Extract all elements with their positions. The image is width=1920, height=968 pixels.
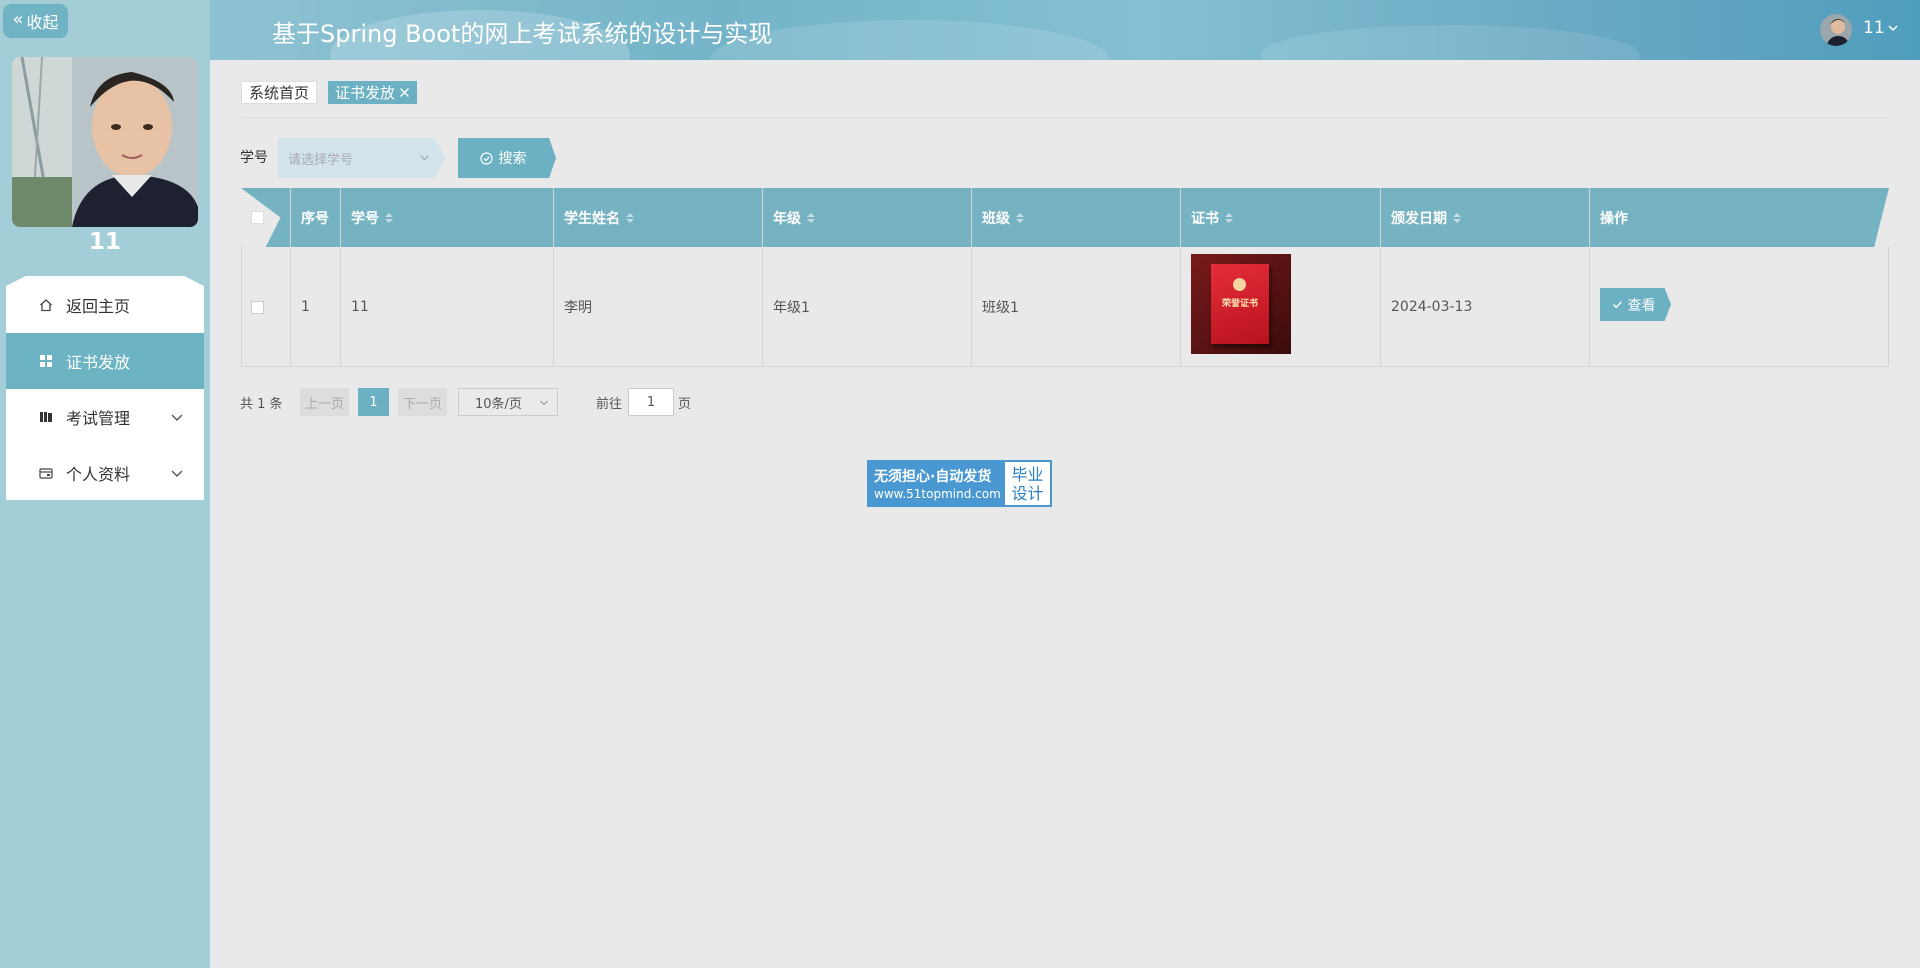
badge-right: 毕业 设计	[1005, 462, 1050, 505]
top-header: 基于Spring Boot的网上考试系统的设计与实现 11	[210, 0, 1920, 60]
sort-icon[interactable]	[626, 212, 634, 223]
sort-icon[interactable]	[807, 212, 815, 223]
app-title: 基于Spring Boot的网上考试系统的设计与实现	[272, 20, 773, 48]
sort-icon[interactable]	[1225, 212, 1233, 223]
column-divider	[1589, 188, 1590, 367]
divider	[241, 117, 1889, 118]
cell-student-id: 11	[351, 299, 369, 315]
header-avatar[interactable]	[1820, 14, 1852, 46]
collapse-label: 收起	[26, 13, 59, 32]
column-header-grade[interactable]: 年级	[763, 188, 815, 247]
column-header-label: 序号	[301, 210, 329, 227]
sidebar-item-home[interactable]: 返回主页	[6, 277, 204, 333]
check-icon	[1612, 301, 1622, 309]
goto-suffix: 页	[678, 396, 692, 412]
view-button[interactable]: 查看	[1600, 288, 1671, 321]
pagination-total: 共 1 条	[240, 396, 283, 412]
sort-icon[interactable]	[1453, 212, 1461, 223]
certificate-thumbnail[interactable]: 荣誉证书	[1191, 254, 1291, 354]
certificate-book-image: 荣誉证书	[1211, 264, 1269, 344]
column-header-student-id[interactable]: 学号	[341, 188, 393, 247]
cell-grade: 年级1	[773, 300, 810, 316]
sidebar-item-label: 考试管理	[66, 409, 131, 428]
header-username[interactable]: 11	[1863, 18, 1885, 38]
next-page-button[interactable]: 下一页	[398, 388, 448, 416]
column-header-label: 学号	[351, 210, 379, 227]
sort-icon[interactable]	[1016, 212, 1024, 223]
certificate-title: 荣誉证书	[1221, 299, 1258, 309]
column-header-student-name[interactable]: 学生姓名	[554, 188, 634, 247]
home-icon	[38, 297, 54, 313]
sidebar-username: 11	[88, 229, 121, 255]
column-header-label: 班级	[982, 210, 1010, 227]
promo-badge[interactable]: 无须担心·自动发货 www.51topmind.com 毕业 设计	[867, 460, 1052, 507]
table-header	[241, 188, 1889, 247]
chevron-down-icon	[420, 155, 429, 161]
sidebar-item-certificate[interactable]: 证书发放	[6, 333, 204, 389]
column-header-label: 颁发日期	[1391, 210, 1447, 227]
chevron-down-icon	[171, 414, 183, 421]
column-header-certificate[interactable]: 证书	[1181, 188, 1233, 247]
column-header-label: 操作	[1600, 210, 1628, 227]
column-header-actions: 操作	[1590, 188, 1628, 247]
tab-home[interactable]: 系统首页	[241, 81, 318, 104]
badge-line-1: 无须担心·自动发货	[874, 469, 992, 485]
avatar	[12, 57, 198, 227]
row-checkbox[interactable]	[251, 301, 264, 314]
header-cloud-decoration	[1260, 25, 1640, 60]
badge-right-line-2: 设计	[1011, 483, 1044, 503]
badge-right-line-1: 毕业	[1011, 464, 1044, 484]
page-number-button[interactable]: 1	[358, 388, 389, 416]
cell-issue-date: 2024-03-13	[1391, 299, 1473, 315]
column-header-issue-date[interactable]: 颁发日期	[1381, 188, 1461, 247]
chevron-down-icon[interactable]	[1887, 22, 1899, 34]
sidebar-item-label: 个人资料	[66, 465, 131, 484]
tab-label: 系统首页	[249, 84, 310, 102]
column-divider	[1180, 188, 1181, 367]
prev-page-button[interactable]: 上一页	[300, 388, 350, 416]
sidebar-item-label: 返回主页	[66, 297, 131, 316]
sort-icon[interactable]	[385, 212, 393, 223]
search-label: 学号	[240, 150, 268, 166]
collapse-button[interactable]: « 收起	[3, 4, 68, 38]
search-button-label: 搜索	[498, 151, 527, 167]
goto-page-input[interactable]: 1	[628, 388, 674, 416]
cell-student-name: 李明	[564, 300, 592, 316]
select-all-checkbox[interactable]	[251, 211, 264, 224]
column-header-label: 学生姓名	[564, 210, 620, 227]
check-circle-icon	[479, 151, 493, 165]
chevron-down-icon	[540, 400, 548, 406]
column-header-index: 序号	[291, 188, 329, 247]
goto-label: 前往	[596, 396, 623, 412]
tab-label: 证书发放	[335, 84, 396, 102]
cell-index: 1	[301, 299, 310, 315]
book-icon	[38, 409, 54, 425]
column-header-class[interactable]: 班级	[972, 188, 1024, 247]
column-header-label: 年级	[773, 210, 801, 227]
wallet-icon	[38, 465, 54, 481]
badge-left: 无须担心·自动发货 www.51topmind.com	[869, 462, 1005, 505]
view-button-label: 查看	[1627, 297, 1656, 314]
student-id-select[interactable]: 请选择学号	[278, 138, 446, 178]
cell-class: 班级1	[982, 300, 1019, 316]
badge-line-2: www.51topmind.com	[874, 487, 1001, 501]
sidebar-item-profile[interactable]: 个人资料	[6, 445, 204, 501]
sidebar-item-exam-management[interactable]: 考试管理	[6, 389, 204, 445]
select-placeholder: 请选择学号	[288, 152, 354, 168]
close-icon[interactable]	[399, 87, 410, 98]
tab-certificate[interactable]: 证书发放	[328, 81, 418, 104]
search-button[interactable]: 搜索	[458, 138, 556, 178]
grid-icon	[38, 353, 54, 369]
double-chevron-left-icon: «	[12, 9, 24, 30]
sidebar-item-label: 证书发放	[66, 353, 131, 372]
certificate-seal	[1233, 278, 1246, 291]
page-size-select[interactable]: 10条/页	[458, 388, 558, 416]
page-size-value: 10条/页	[475, 396, 522, 412]
chevron-down-icon	[171, 470, 183, 477]
column-header-label: 证书	[1191, 210, 1219, 227]
